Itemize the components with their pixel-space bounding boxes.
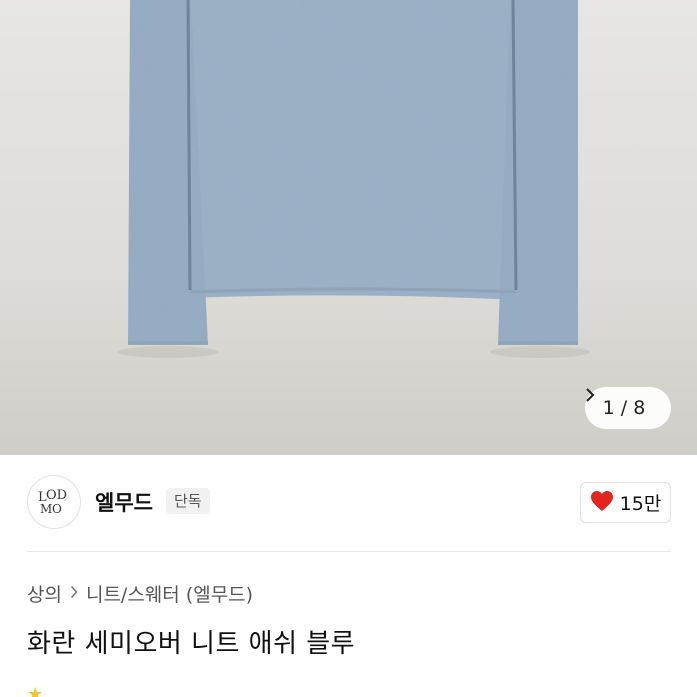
star-icon: ★ <box>27 684 44 697</box>
divider <box>27 551 671 552</box>
like-count: 15만 <box>619 493 662 515</box>
seller-logo[interactable]: L OD M O <box>27 475 81 529</box>
svg-text:O: O <box>52 502 62 516</box>
like-button[interactable]: 15만 <box>580 482 671 523</box>
svg-text:M: M <box>40 502 52 516</box>
image-counter-text: 1 / 8 <box>602 397 646 419</box>
chevron-right-icon <box>70 583 78 604</box>
product-title: 화란 세미오버 니트 애쉬 블루 <box>27 629 356 659</box>
rating-row: ★ <box>27 684 43 697</box>
seller-logo-mark: L OD M O <box>38 488 67 516</box>
seller-name[interactable]: 엘무드 <box>95 487 153 517</box>
image-counter[interactable]: 1 / 8 <box>585 387 671 429</box>
product-image-gallery[interactable]: 1 / 8 <box>0 0 697 455</box>
breadcrumb-category[interactable]: 상의 <box>27 580 62 607</box>
svg-text:OD: OD <box>46 488 67 503</box>
heart-icon <box>590 490 614 516</box>
seller-row[interactable]: L OD M O 엘무드 단독 15만 <box>0 455 697 551</box>
breadcrumb: 상의 니트/스웨터 (엘무드) <box>27 580 253 607</box>
exclusive-badge: 단독 <box>166 488 210 514</box>
breadcrumb-subcategory[interactable]: 니트/스웨터 (엘무드) <box>86 580 253 607</box>
